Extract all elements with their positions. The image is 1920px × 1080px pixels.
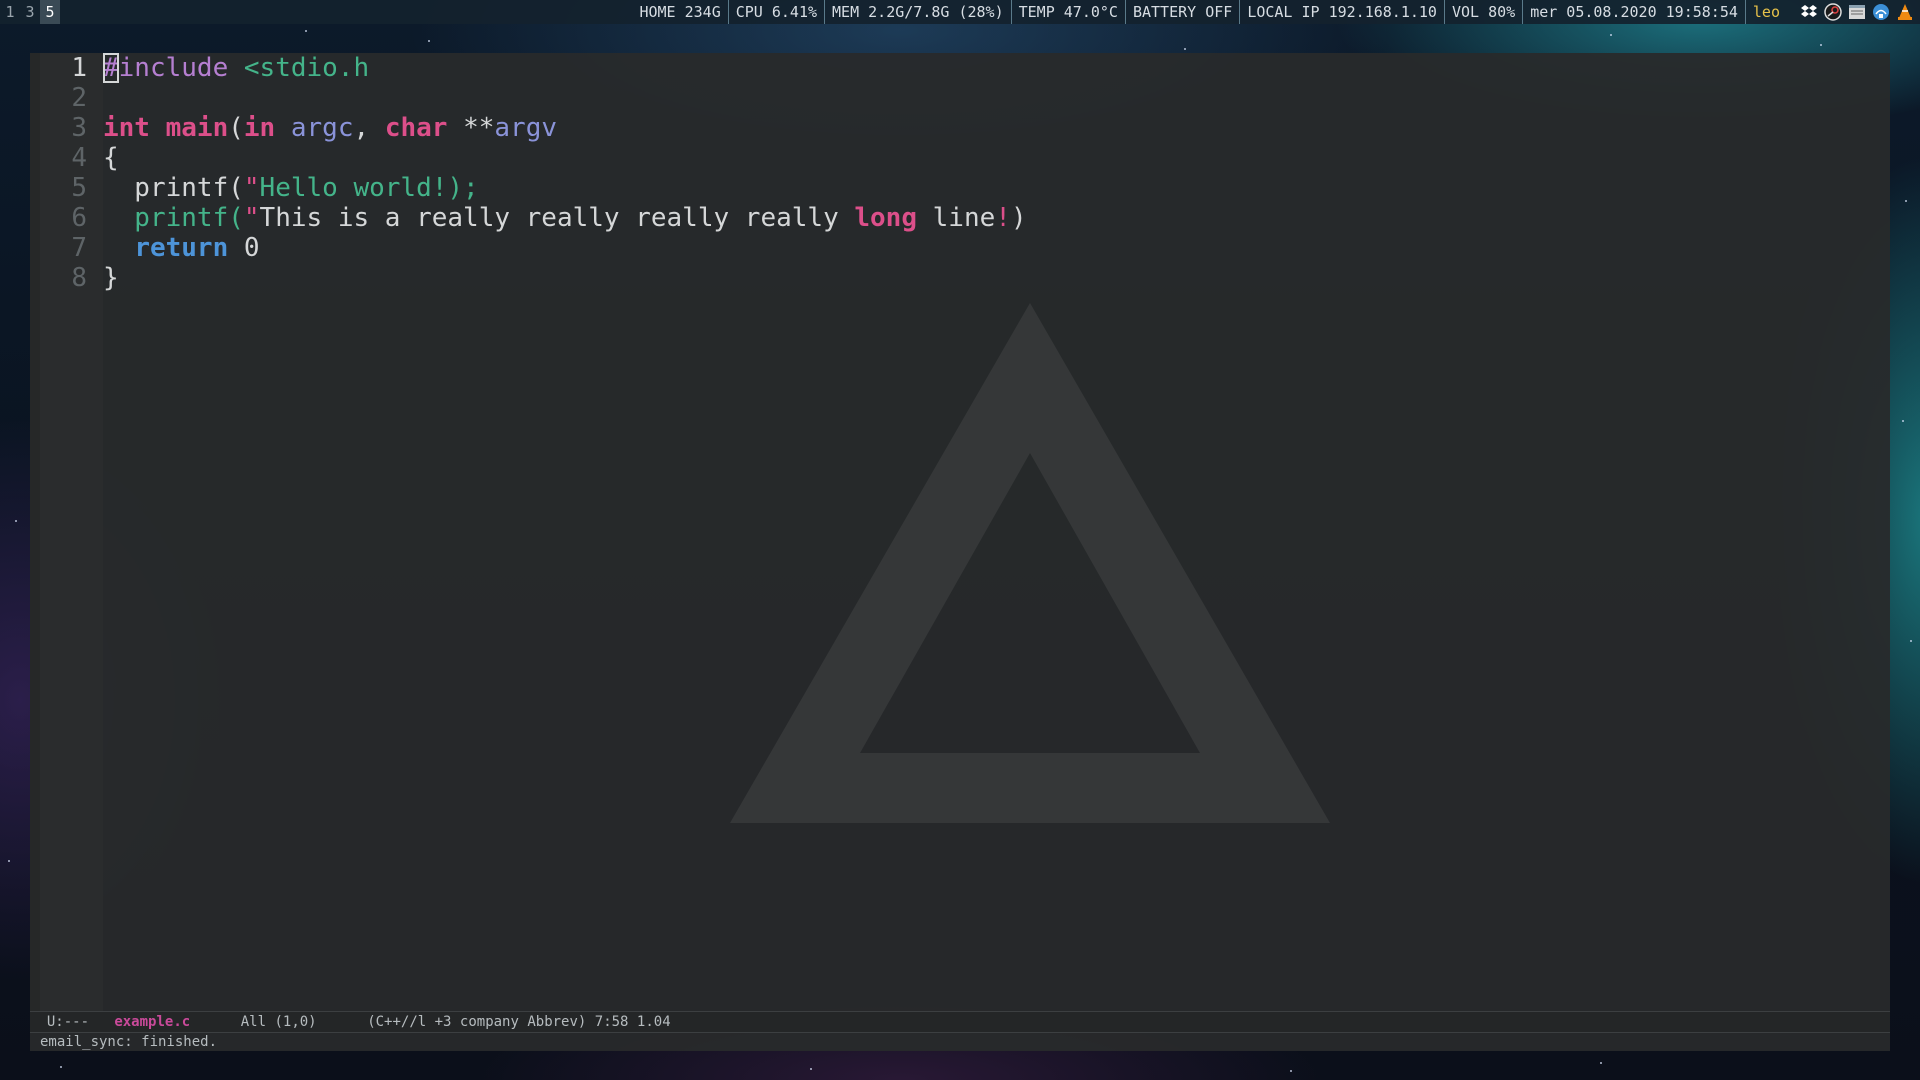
comma: ,	[353, 113, 385, 143]
line-number: 1	[71, 53, 87, 83]
include-header: <stdio.h	[228, 53, 370, 83]
clock: mer 05.08.2020 19:58:54	[1523, 0, 1746, 24]
line-number: 5	[71, 173, 87, 203]
function-call: printf(	[103, 173, 244, 203]
code-line: int main(in argc, char **argv	[103, 113, 1890, 143]
code-editor[interactable]: #include <stdio.h int main(in argc, char…	[103, 53, 1890, 1011]
vlc-icon[interactable]	[1896, 3, 1914, 21]
cpu-status: CPU 6.41%	[729, 0, 826, 24]
system-tray	[1800, 3, 1914, 21]
workspace-3[interactable]: 3	[20, 0, 40, 24]
close-paren: )	[1010, 203, 1027, 233]
string-literal: This is a really really really really	[259, 203, 855, 233]
echo-area: email_sync: finished.	[40, 1034, 218, 1050]
function-call: printf(	[103, 203, 244, 233]
code-line: printf("Hello world!);	[103, 173, 1890, 203]
status-bar: 1 3 5 HOME 234G CPU 6.41% MEM 2.2G/7.8G …	[0, 0, 1920, 24]
major-minor-modes[interactable]: (C++//l +3 company Abbrev) 7:58 1.04	[367, 1014, 670, 1030]
temperature-status: TEMP 47.0°C	[1012, 0, 1126, 24]
network-icon[interactable]	[1872, 3, 1890, 21]
cursor-position: All (1,0)	[240, 1014, 317, 1030]
line-number: 4	[71, 143, 87, 173]
mode-line: U:--- example.c All (1,0) (C++//l +3 com…	[30, 1011, 1890, 1033]
workspace-switcher: 1 3 5	[0, 0, 60, 24]
system-status: HOME 234G CPU 6.41% MEM 2.2G/7.8G (28%) …	[632, 0, 1787, 24]
string-literal: line	[917, 203, 996, 233]
paren: (	[228, 113, 244, 143]
open-brace: {	[103, 143, 119, 173]
code-line: printf("This is a really really really r…	[103, 203, 1890, 233]
string-quote: "	[243, 173, 260, 203]
type-keyword: int	[103, 113, 150, 143]
line-number: 8	[71, 263, 87, 293]
string-literal: Hello world!);	[259, 173, 479, 203]
volume-status: VOL 80%	[1445, 0, 1524, 24]
buffer-name[interactable]: example.c	[114, 1014, 190, 1030]
workspace-5[interactable]: 5	[40, 0, 60, 24]
buffer-state: U:---	[46, 1014, 90, 1030]
type-keyword: in	[243, 113, 276, 143]
string-quote: "	[243, 203, 260, 233]
emacs-window: 1 2 3 4 5 6 7 8 #include <stdio.h int ma…	[30, 53, 1890, 1051]
line-number: 3	[71, 113, 87, 143]
code-line: return 0	[103, 233, 1890, 263]
code-line: }	[103, 263, 1890, 293]
pointer-stars: **	[447, 113, 495, 143]
warning-char: !	[995, 203, 1011, 233]
local-ip-status: LOCAL IP 192.168.1.10	[1240, 0, 1445, 24]
steam-icon[interactable]	[1824, 3, 1842, 21]
code-line: #include <stdio.h	[103, 53, 1890, 83]
username: leo	[1752, 3, 1780, 21]
battery-status: BATTERY OFF	[1126, 0, 1241, 24]
preprocessor-directive: include	[118, 53, 229, 83]
line-number: 7	[71, 233, 87, 263]
type-keyword: long	[854, 203, 917, 233]
close-brace: }	[103, 263, 119, 293]
window-list-icon[interactable]	[1848, 3, 1866, 21]
left-fringe	[30, 53, 40, 1011]
line-number: 2	[71, 83, 87, 113]
param-name: argv	[494, 113, 558, 143]
function-name: main	[165, 113, 229, 143]
line-number: 6	[71, 203, 87, 233]
line-number-gutter: 1 2 3 4 5 6 7 8	[40, 53, 103, 1011]
memory-status: MEM 2.2G/7.8G (28%)	[825, 0, 1012, 24]
text-cursor: #	[103, 53, 119, 83]
code-line: {	[103, 143, 1890, 173]
return-keyword: return	[134, 233, 229, 263]
home-disk-status: HOME 234G	[632, 0, 729, 24]
param-name: argc	[290, 113, 354, 143]
return-value: 0	[228, 233, 260, 263]
workspace-1[interactable]: 1	[0, 0, 20, 24]
dropbox-icon[interactable]	[1800, 3, 1818, 21]
type-keyword: char	[384, 113, 448, 143]
